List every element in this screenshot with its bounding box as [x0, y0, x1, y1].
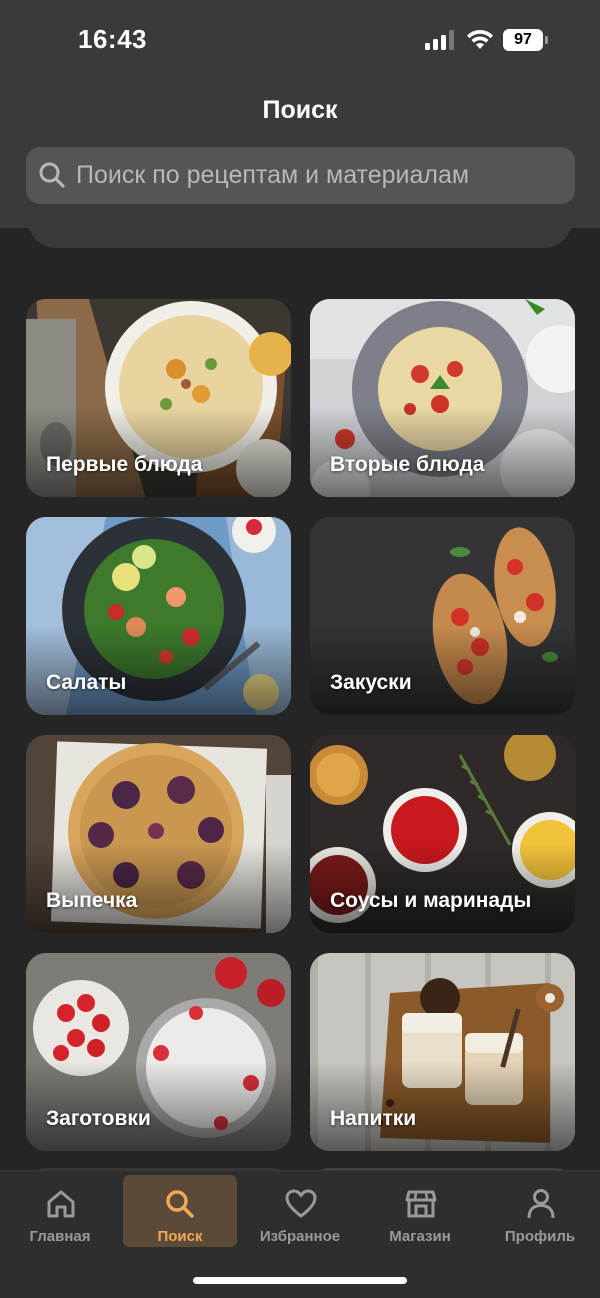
- category-label: Выпечка: [46, 889, 138, 912]
- category-label: Соусы и маринады: [330, 889, 532, 912]
- category-label: Заготовки: [46, 1107, 151, 1130]
- store-icon: [405, 1190, 437, 1218]
- category-label: Вторые блюда: [330, 453, 485, 476]
- category-card-drinks[interactable]: Напитки: [310, 953, 575, 1151]
- category-card-sauces[interactable]: Соусы и маринады: [310, 735, 575, 933]
- category-label: Напитки: [330, 1107, 417, 1130]
- category-card-baking[interactable]: Выпечка: [26, 735, 291, 933]
- category-card-first-courses[interactable]: Первые блюда: [26, 299, 291, 497]
- tab-label: Профиль: [504, 1228, 576, 1245]
- category-card-preserves[interactable]: Заготовки: [26, 953, 291, 1151]
- category-label: Первые блюда: [46, 453, 203, 476]
- home-icon: [47, 1190, 75, 1218]
- tab-profile[interactable]: Профиль: [482, 1175, 598, 1247]
- category-card-appetizers[interactable]: Закуски: [310, 517, 575, 715]
- search-icon: [166, 1190, 194, 1218]
- home-indicator: [193, 1277, 407, 1284]
- category-card-main-courses[interactable]: Вторые блюда: [310, 299, 575, 497]
- tab-label: Магазин: [389, 1228, 451, 1245]
- category-card-salads[interactable]: Салаты: [26, 517, 291, 715]
- profile-icon: [527, 1189, 555, 1219]
- tab-label: Избранное: [259, 1228, 341, 1245]
- tab-search[interactable]: Поиск: [123, 1175, 237, 1247]
- tab-favorites[interactable]: Избранное: [242, 1175, 358, 1247]
- category-grid: Первые блюда Вторые блюда Салаты Закуски…: [0, 0, 600, 1298]
- tab-home[interactable]: Главная: [2, 1175, 118, 1247]
- tab-label: Поиск: [157, 1228, 203, 1245]
- category-label: Закуски: [330, 671, 412, 694]
- category-label: Салаты: [46, 671, 127, 694]
- tab-store[interactable]: Магазин: [362, 1175, 478, 1247]
- tab-label: Главная: [29, 1228, 91, 1245]
- heart-icon: [285, 1189, 317, 1218]
